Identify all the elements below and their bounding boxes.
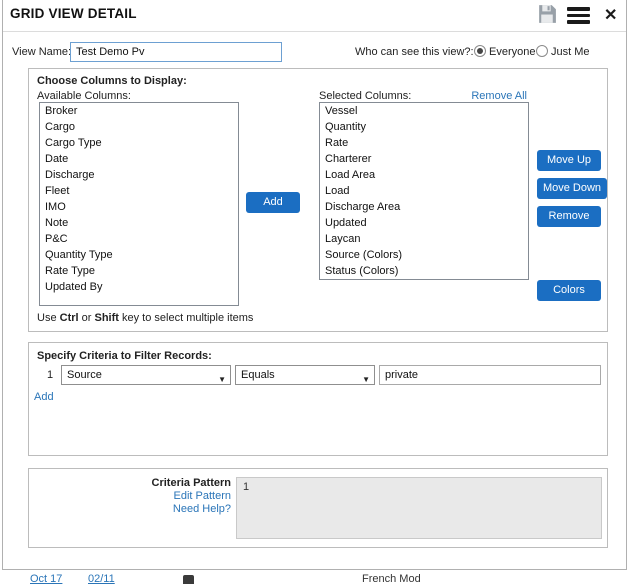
list-item[interactable]: Updated By — [40, 279, 238, 295]
multi-select-hint: Use Ctrl or Shift key to select multiple… — [37, 312, 253, 324]
criteria-pattern-labels: Criteria Pattern Edit Pattern Need Help? — [29, 477, 231, 516]
list-item[interactable]: Laycan — [320, 231, 528, 247]
list-item[interactable]: Note — [40, 215, 238, 231]
view-name-label: View Name: — [12, 46, 71, 58]
visibility-label: Who can see this view?: — [355, 46, 474, 58]
list-item[interactable]: Vessel — [320, 103, 528, 119]
move-up-button[interactable]: Move Up — [537, 150, 601, 171]
list-item[interactable]: Charterer — [320, 151, 528, 167]
list-item[interactable]: Source (Colors) — [320, 247, 528, 263]
list-item[interactable]: Rate — [320, 135, 528, 151]
menu-icon[interactable] — [567, 7, 591, 25]
filter-row-index: 1 — [47, 369, 53, 381]
criteria-pattern-label: Criteria Pattern — [29, 477, 231, 489]
background-icon — [183, 575, 194, 584]
list-item[interactable]: Cargo Type — [40, 135, 238, 151]
columns-section: Choose Columns to Display: Available Col… — [28, 68, 608, 332]
list-item[interactable]: Quantity Type — [40, 247, 238, 263]
list-item[interactable]: Discharge Area — [320, 199, 528, 215]
list-item[interactable]: Broker — [40, 103, 238, 119]
list-item[interactable]: Fleet — [40, 183, 238, 199]
list-item[interactable]: Quantity — [320, 119, 528, 135]
list-item[interactable]: P&C — [40, 231, 238, 247]
list-item[interactable]: Date — [40, 151, 238, 167]
hint-shift: Shift — [94, 312, 118, 324]
remove-button[interactable]: Remove — [537, 206, 601, 227]
hint-text: or — [79, 312, 95, 324]
list-item[interactable]: Rate Type — [40, 263, 238, 279]
dialog-title: GRID VIEW DETAIL — [10, 6, 137, 21]
filter-section-title: Specify Criteria to Filter Records: — [37, 350, 212, 362]
list-item[interactable]: Load Area — [320, 167, 528, 183]
hint-text: key to select multiple items — [119, 312, 254, 324]
edit-pattern-link[interactable]: Edit Pattern — [29, 490, 231, 502]
filter-section: Specify Criteria to Filter Records: 1 So… — [28, 342, 608, 456]
add-columns-button[interactable]: Add — [246, 192, 300, 213]
columns-section-title: Choose Columns to Display: — [37, 75, 187, 87]
radio-everyone-label[interactable]: Everyone — [489, 46, 535, 58]
colors-button[interactable]: Colors — [537, 280, 601, 301]
list-item[interactable]: Status (Colors) — [320, 263, 528, 279]
selected-columns-list[interactable]: VesselQuantityRateChartererLoad AreaLoad… — [319, 102, 529, 280]
close-icon[interactable]: ✕ — [604, 5, 617, 25]
list-item[interactable]: Cargo — [40, 119, 238, 135]
list-item[interactable]: Load — [320, 183, 528, 199]
header-divider — [3, 31, 626, 32]
background-date-link-1[interactable]: Oct 17 — [30, 573, 62, 584]
background-text: French Mod — [362, 573, 421, 584]
filter-value-input[interactable] — [379, 365, 601, 385]
save-icon[interactable] — [536, 3, 558, 25]
radio-justme-label[interactable]: Just Me — [551, 46, 590, 58]
add-criteria-link[interactable]: Add — [34, 391, 54, 403]
view-name-input[interactable] — [70, 42, 282, 62]
list-item[interactable]: Updated — [320, 215, 528, 231]
criteria-pattern-textarea[interactable]: 1 — [236, 477, 602, 539]
hint-ctrl: Ctrl — [60, 312, 79, 324]
remove-all-link[interactable]: Remove All — [471, 90, 527, 102]
hint-text: Use — [37, 312, 60, 324]
selected-columns-label: Selected Columns: — [319, 90, 411, 102]
available-columns-list[interactable]: BrokerCargoCargo TypeDateDischargeFleetI… — [39, 102, 239, 306]
move-down-button[interactable]: Move Down — [537, 178, 607, 199]
filter-operator-select[interactable]: Equals — [235, 365, 375, 385]
radio-justme[interactable] — [536, 45, 548, 57]
available-columns-label: Available Columns: — [37, 90, 131, 102]
save-icon-glyph — [536, 3, 558, 25]
radio-everyone[interactable] — [474, 45, 486, 57]
need-help-link[interactable]: Need Help? — [29, 503, 231, 515]
background-date-link-2[interactable]: 02/11 — [88, 573, 115, 584]
grid-view-detail-dialog: GRID VIEW DETAIL ✕ View Name: Who can se… — [0, 0, 630, 584]
criteria-pattern-section: Criteria Pattern Edit Pattern Need Help?… — [28, 468, 608, 548]
list-item[interactable]: IMO — [40, 199, 238, 215]
list-item[interactable]: Discharge — [40, 167, 238, 183]
filter-field-select[interactable]: Source — [61, 365, 231, 385]
